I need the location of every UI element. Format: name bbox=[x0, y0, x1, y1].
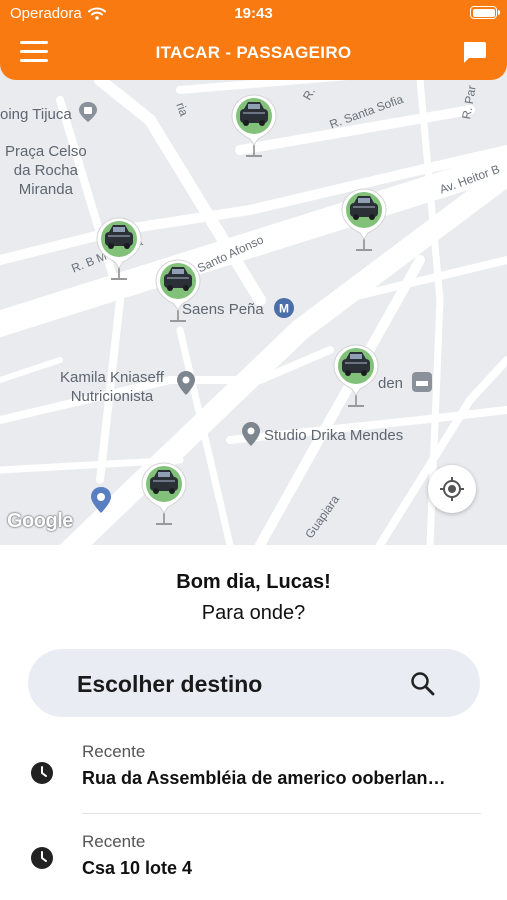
list-divider bbox=[82, 813, 481, 814]
app-header: Operadora 19:43 ITACAR - PASSAGEIRO bbox=[0, 0, 507, 80]
place-pin-icon bbox=[242, 422, 260, 446]
car-marker-icon[interactable] bbox=[93, 216, 145, 282]
shopping-bag-icon bbox=[78, 102, 97, 122]
car-marker-icon[interactable] bbox=[338, 187, 390, 253]
place-pin-icon bbox=[177, 371, 195, 395]
recent-kind-label: Recente bbox=[82, 832, 146, 851]
google-attribution-logo: Google bbox=[7, 510, 73, 532]
place-label-tijuca: oing Tijuca bbox=[0, 102, 97, 124]
choose-destination-input[interactable]: Escolher destino bbox=[28, 649, 480, 717]
page-title: ITACAR - PASSAGEIRO bbox=[155, 43, 352, 62]
car-marker-icon[interactable] bbox=[138, 461, 190, 527]
place-label-kamila: Kamila Kniaseff Nutricionista bbox=[60, 369, 164, 405]
place-label-studio: Studio Drika Mendes bbox=[264, 427, 404, 444]
destination-question: Para onde? bbox=[201, 602, 306, 624]
recent-destination-item[interactable]: Recente Csa 10 lote 4 bbox=[0, 820, 507, 900]
clock-icon bbox=[31, 847, 53, 869]
greeting-text: Bom dia, Lucas! bbox=[176, 571, 331, 593]
status-bar: Operadora 19:43 bbox=[0, 0, 507, 28]
recent-address: Rua da Assembléia de americo ooberlan… bbox=[82, 768, 446, 788]
recent-address: Csa 10 lote 4 bbox=[82, 858, 193, 878]
bottom-sheet: Bom dia, Lucas! Para onde? Escolher dest… bbox=[0, 545, 507, 900]
chat-bubble-icon[interactable] bbox=[461, 41, 487, 65]
metro-station-icon: M bbox=[273, 298, 294, 318]
car-marker-icon[interactable] bbox=[152, 258, 204, 324]
status-time: 19:43 bbox=[234, 5, 273, 22]
my-location-icon bbox=[440, 477, 464, 501]
svg-text:M: M bbox=[279, 302, 289, 316]
recent-destination-item[interactable]: Recente Rua da Assembléia de americo oob… bbox=[0, 730, 507, 815]
hotel-icon bbox=[412, 372, 433, 392]
my-location-button[interactable] bbox=[428, 465, 476, 513]
clock-icon bbox=[31, 762, 53, 784]
place-label-praca: Praça Celso da Rocha Miranda bbox=[5, 143, 87, 198]
place-pin-icon bbox=[91, 487, 111, 513]
nav-bar: ITACAR - PASSAGEIRO bbox=[0, 28, 507, 78]
car-marker-icon[interactable] bbox=[228, 93, 280, 159]
recent-kind-label: Recente bbox=[82, 742, 146, 761]
battery-icon bbox=[470, 6, 500, 19]
map-view[interactable]: oing Tijuca Praça Celso da Rocha Miranda… bbox=[0, 0, 507, 545]
place-label-eden: den bbox=[378, 372, 433, 393]
car-marker-icon[interactable] bbox=[330, 343, 382, 409]
search-icon[interactable] bbox=[410, 671, 436, 697]
destination-label: Escolher destino bbox=[77, 671, 263, 697]
